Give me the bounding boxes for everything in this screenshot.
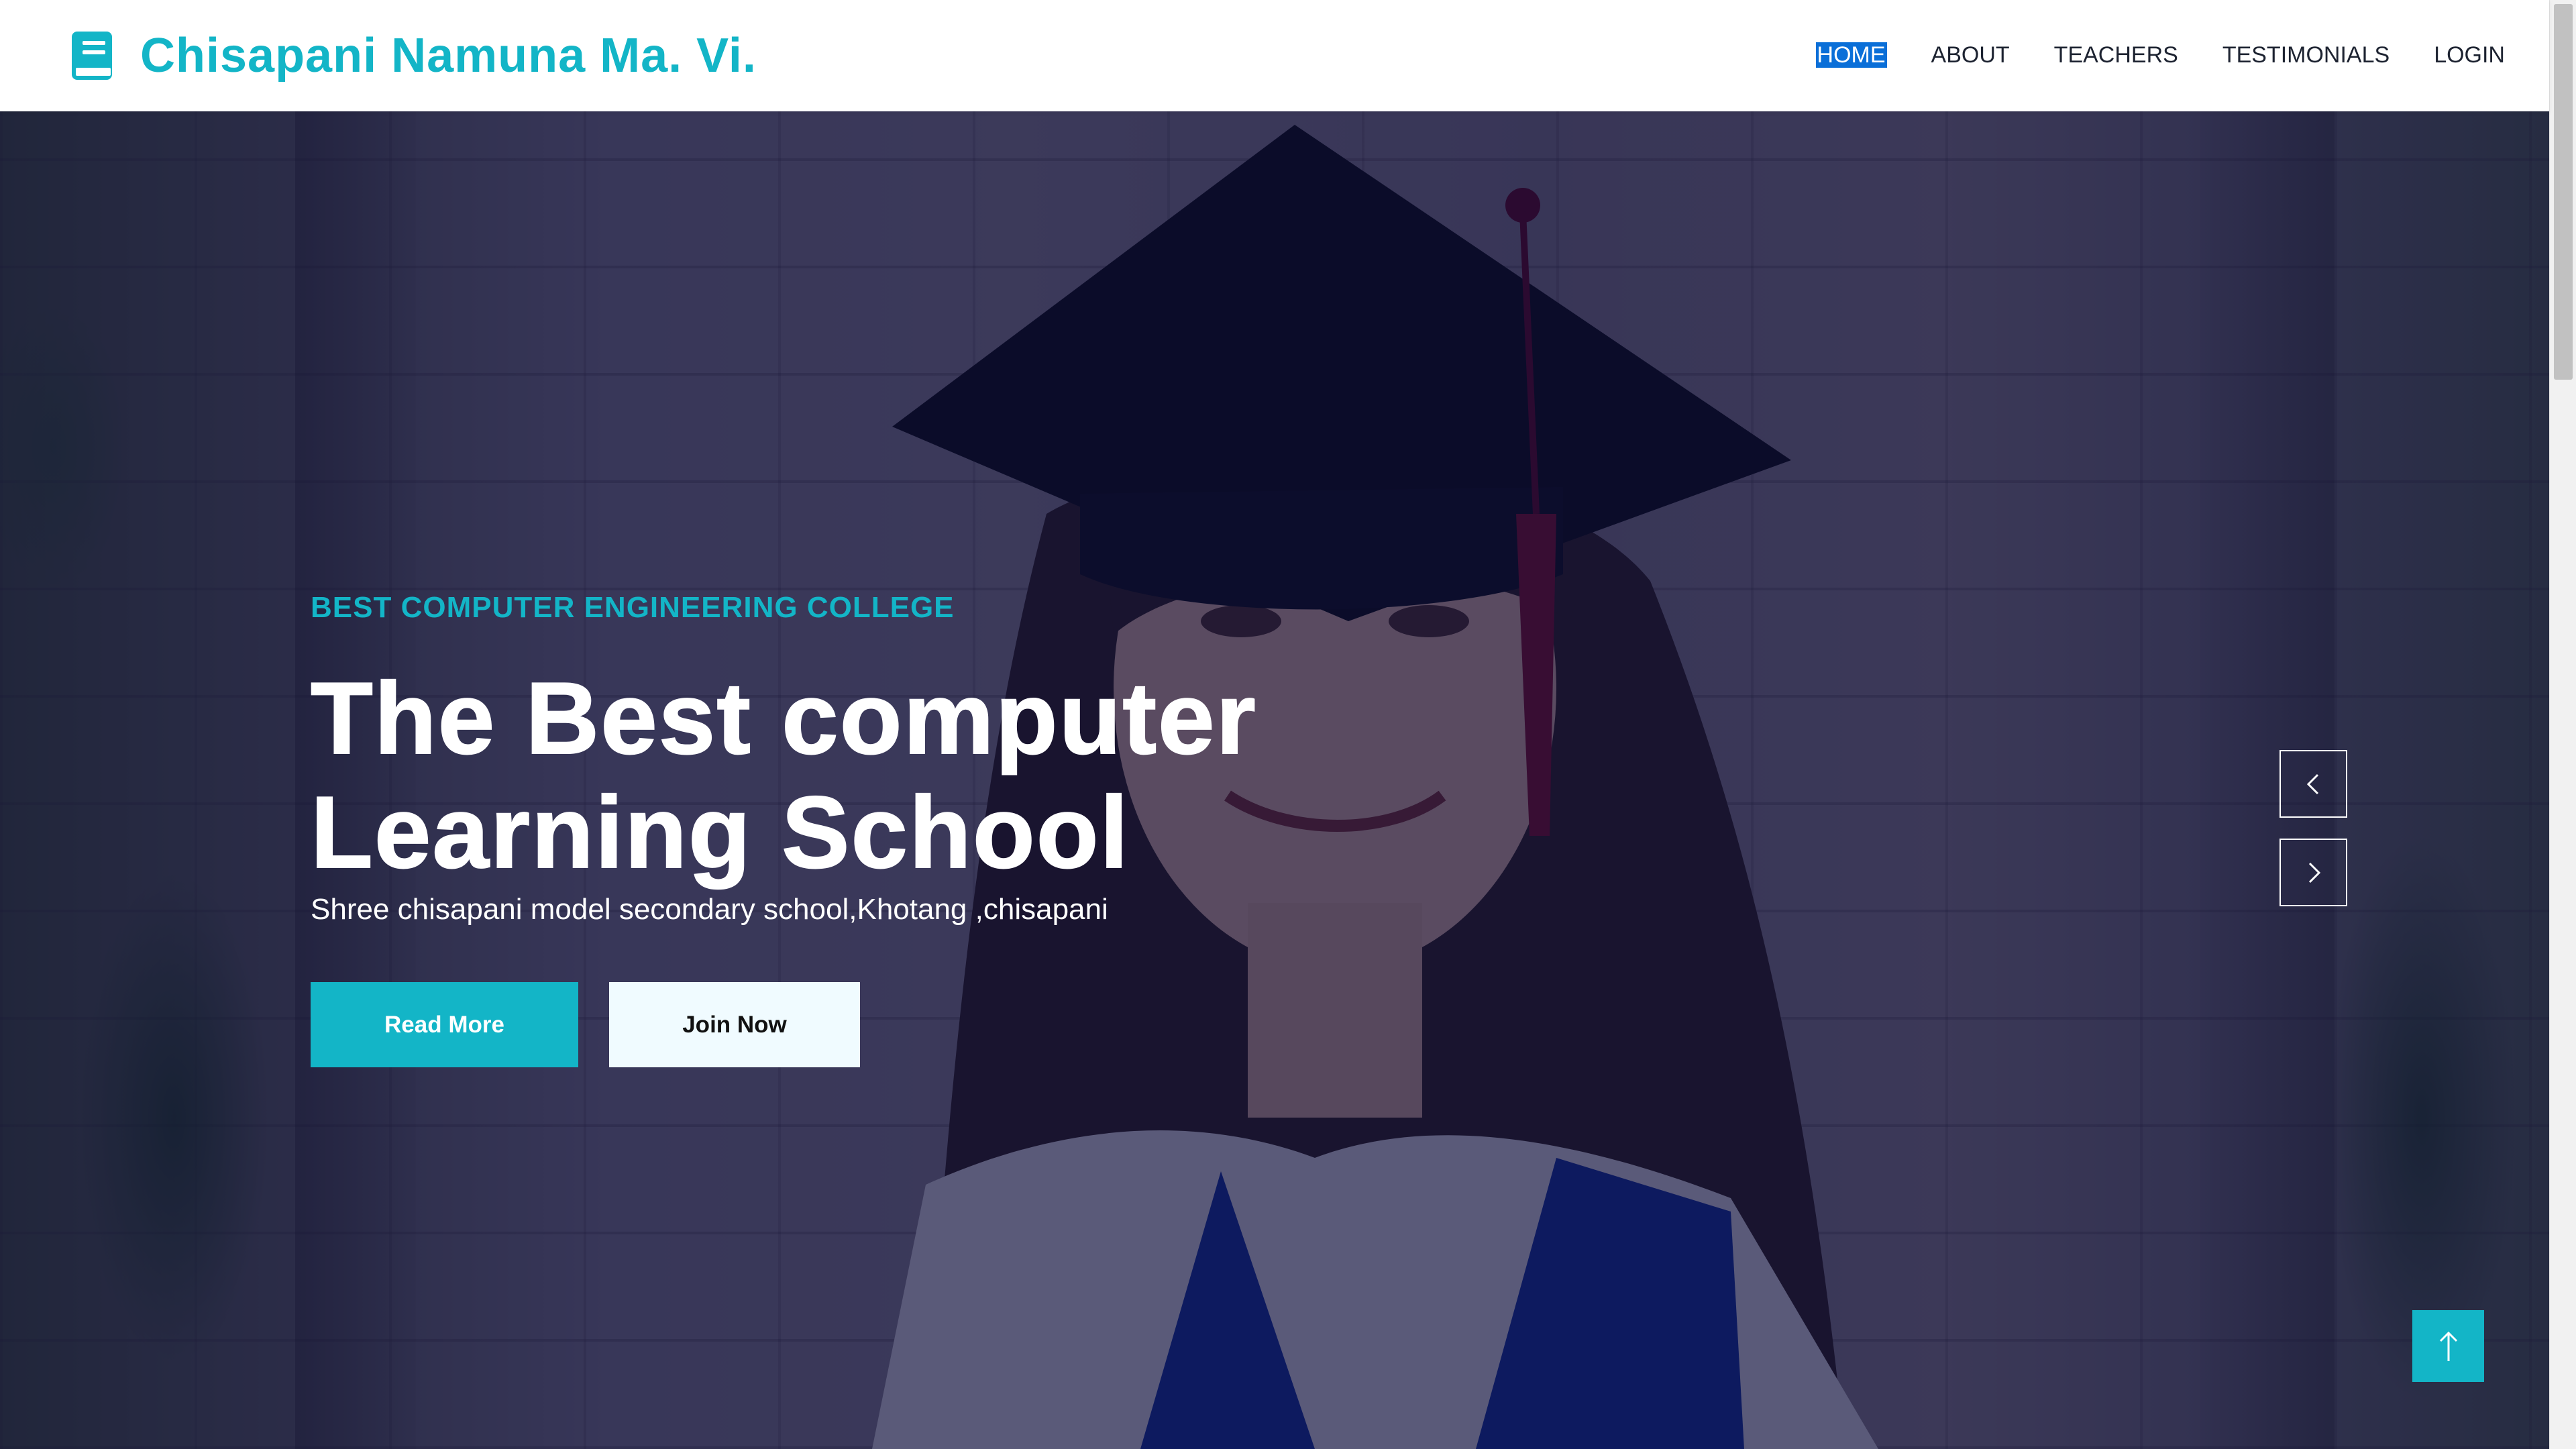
hero-subtitle: Shree chisapani model secondary school,K… [311,893,1108,926]
carousel-prev-button[interactable] [2279,750,2347,818]
hero-buttons: Read More Join Now [311,982,1719,1067]
navbar: Chisapani Namuna Ma. Vi. HOME ABOUT TEAC… [0,0,2549,111]
nav-about-link[interactable]: ABOUT [1931,42,2010,68]
back-to-top-button[interactable] [2412,1310,2484,1382]
nav-login-link[interactable]: LOGIN [2434,42,2505,68]
nav-testimonials-link[interactable]: TESTIMONIALS [2222,42,2390,68]
scrollbar-thumb[interactable] [2554,4,2573,380]
page-scrollbar[interactable] [2549,0,2576,1449]
chevron-left-icon [2306,773,2318,794]
hero-title: The Best computer Learning School [310,661,1719,890]
nav-home-link[interactable]: HOME [1815,42,1887,68]
hero-section: BEST COMPUTER ENGINEERING COLLEGE The Be… [0,111,2549,1449]
hero-title-line: The Best computer [310,661,1257,776]
chevron-right-icon [2308,862,2320,883]
join-now-button[interactable]: Join Now [609,982,860,1067]
hero-title-line: Learning School [310,775,1130,890]
nav-teachers-link[interactable]: TEACHERS [2054,42,2178,68]
book-icon [72,32,112,80]
arrow-up-icon [2439,1331,2457,1361]
brand-link[interactable]: Chisapani Namuna Ma. Vi. [70,27,757,85]
brand-name: Chisapani Namuna Ma. Vi. [140,29,757,83]
hero-eyebrow: BEST COMPUTER ENGINEERING COLLEGE [311,591,955,624]
read-more-button[interactable]: Read More [311,982,578,1067]
carousel-next-button[interactable] [2279,839,2347,906]
nav-menu: HOME ABOUT TEACHERS TESTIMONIALS LOGIN [1815,39,2505,71]
hero-content: BEST COMPUTER ENGINEERING COLLEGE The Be… [310,588,1719,1067]
